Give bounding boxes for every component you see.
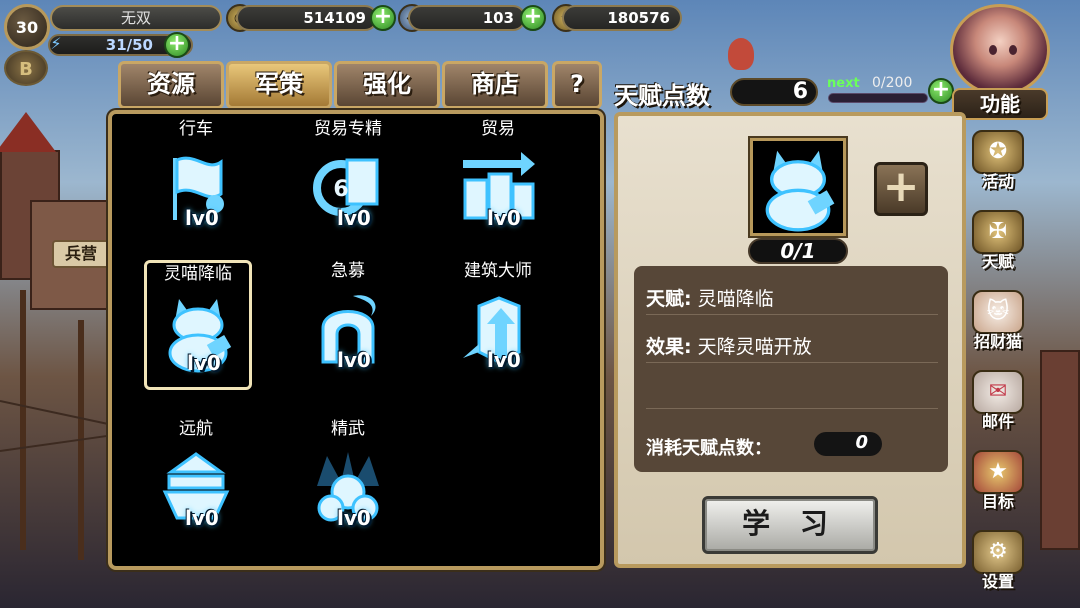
- lucky-cat-icon: lv0: [157, 291, 239, 375]
- building-master-icon: lv0: [457, 288, 539, 372]
- tab-military-strategy[interactable]: 军策: [226, 61, 332, 109]
- side-menu-talent[interactable]: ✠ 天赋: [966, 210, 1030, 282]
- trade-mastery-badge: 6: [333, 177, 348, 202]
- wheat-amount: 180576: [562, 5, 682, 31]
- helmet-icon: lv0: [307, 288, 389, 372]
- talent-name: 精武: [331, 419, 365, 439]
- talent-item[interactable]: 急募 lv0: [294, 260, 402, 390]
- barracks-sign: 兵营: [52, 240, 110, 268]
- gold-amount: 514109: [236, 5, 378, 31]
- talent-name: 灵喵降临: [164, 264, 232, 284]
- divider: [646, 408, 938, 409]
- effect-row: 效果: 天降灵喵开放: [646, 332, 812, 359]
- background-rope: [0, 434, 110, 452]
- tab-resources[interactable]: 资源: [118, 61, 224, 109]
- talent-level: lv0: [337, 206, 371, 230]
- learn-button[interactable]: 学 习: [702, 496, 878, 554]
- tab-shop[interactable]: 商店: [442, 61, 548, 109]
- talent-count: 0/1: [748, 238, 848, 264]
- talent-item[interactable]: 行车 lv0: [142, 118, 250, 248]
- talent-level: lv0: [337, 348, 371, 372]
- talent-item[interactable]: 贸易专精 6 lv0: [294, 118, 402, 248]
- background-mast: [20, 290, 26, 550]
- help-button[interactable]: ?: [552, 61, 602, 109]
- add-gold-button[interactable]: +: [370, 5, 396, 31]
- talent-detail-panel: + 0/1 天赋: 灵喵降临 效果: 天降灵喵开放 消耗天赋点数： 0 学 习: [614, 112, 966, 568]
- talent-item-selected[interactable]: 灵喵降临 lv0: [144, 260, 252, 390]
- talent-points-value: 6: [730, 78, 818, 106]
- talent-level: lv0: [487, 206, 521, 230]
- ship-icon: lv0: [155, 446, 237, 530]
- talent-item[interactable]: 远航 lv0: [142, 418, 250, 548]
- talent-level: lv0: [487, 348, 521, 372]
- talent-points-label: 天赋点数: [614, 82, 710, 110]
- talent-name-row: 天赋: 灵喵降临: [646, 284, 774, 311]
- currency-b-icon: B: [4, 50, 48, 86]
- talent-name: 建筑大师: [464, 261, 532, 281]
- cost-value: 0: [814, 432, 882, 456]
- top-resource-bar: 30 无双 ◉ 514109 + ◆ 103 + ✦ 180576 31/50 …: [0, 0, 700, 86]
- add-talent-button[interactable]: +: [874, 162, 928, 216]
- talent-name: 远航: [179, 419, 213, 439]
- tab-enhance[interactable]: 强化: [334, 61, 440, 109]
- side-menu-label: 邮件: [981, 412, 1014, 431]
- portrait-eye: [989, 45, 997, 55]
- flag-icon: lv0: [155, 146, 237, 230]
- trade-mastery-icon: 6 lv0: [307, 146, 389, 230]
- talent-level: lv0: [185, 506, 219, 530]
- talent-info-box: 天赋: 灵喵降临 效果: 天降灵喵开放 消耗天赋点数： 0: [634, 266, 948, 472]
- side-menu-label: 活动: [981, 172, 1014, 191]
- divider: [646, 314, 938, 315]
- talent-item[interactable]: 建筑大师 lv0: [444, 260, 552, 390]
- divider: [646, 362, 938, 363]
- talent-name: 行车: [179, 119, 213, 139]
- gem-amount: 103: [408, 5, 526, 31]
- side-menu-fortune-cat[interactable]: 🐱 招财猫: [966, 290, 1030, 362]
- side-menu-settings[interactable]: ⚙ 设置: [966, 530, 1030, 602]
- talent-level: lv0: [187, 351, 221, 375]
- effect-value: 天降灵喵开放: [697, 336, 812, 358]
- effect-key: 效果:: [646, 336, 692, 358]
- add-talent-points-button[interactable]: +: [928, 78, 954, 104]
- side-menu-label: 目标: [981, 492, 1014, 511]
- talent-key: 天赋:: [646, 288, 692, 310]
- side-menu-label: 设置: [981, 572, 1014, 591]
- side-menu-goal[interactable]: ★ 目标: [966, 450, 1030, 522]
- background-rope: [0, 400, 108, 425]
- side-menu-activity[interactable]: ✪ 活动: [966, 130, 1030, 202]
- side-menu-label: 招财猫: [973, 332, 1022, 351]
- add-energy-button[interactable]: +: [164, 32, 190, 58]
- next-progress-value: 0/200: [872, 75, 913, 91]
- trade-icon: lv0: [457, 146, 539, 230]
- character-portrait[interactable]: [950, 4, 1050, 96]
- talent-level: lv0: [337, 506, 371, 530]
- function-menu-button[interactable]: 功能: [952, 88, 1048, 120]
- cost-label: 消耗天赋点数：: [646, 438, 772, 459]
- next-label: next: [827, 76, 860, 91]
- background-roof: [0, 112, 56, 152]
- add-gem-button[interactable]: +: [520, 5, 546, 31]
- talent-value: 灵喵降临: [697, 288, 774, 310]
- next-progress-bar: [828, 93, 928, 103]
- hot-air-balloon: [728, 38, 754, 70]
- talent-name: 贸易专精: [314, 119, 382, 139]
- orbs-icon: lv0: [307, 446, 389, 530]
- talent-item[interactable]: 精武 lv0: [294, 418, 402, 548]
- talent-name: 急募: [331, 261, 365, 281]
- background-building: [1040, 350, 1080, 550]
- talent-item[interactable]: 贸易 lv0: [444, 118, 552, 248]
- lightning-icon: ⚡: [50, 34, 62, 53]
- portrait-eye: [1009, 45, 1017, 55]
- lucky-cat-icon: [750, 138, 846, 236]
- talent-name: 贸易: [481, 119, 515, 139]
- side-menu-mail[interactable]: ✉ 邮件: [966, 370, 1030, 442]
- side-menu-label: 天赋: [981, 252, 1014, 271]
- talent-level: lv0: [185, 206, 219, 230]
- talent-grid-panel: 行车 lv0 贸易专精 6 lv0 贸易 lv0 灵喵降临 lv0 急募 lv0…: [108, 110, 604, 570]
- player-name[interactable]: 无双: [50, 5, 222, 31]
